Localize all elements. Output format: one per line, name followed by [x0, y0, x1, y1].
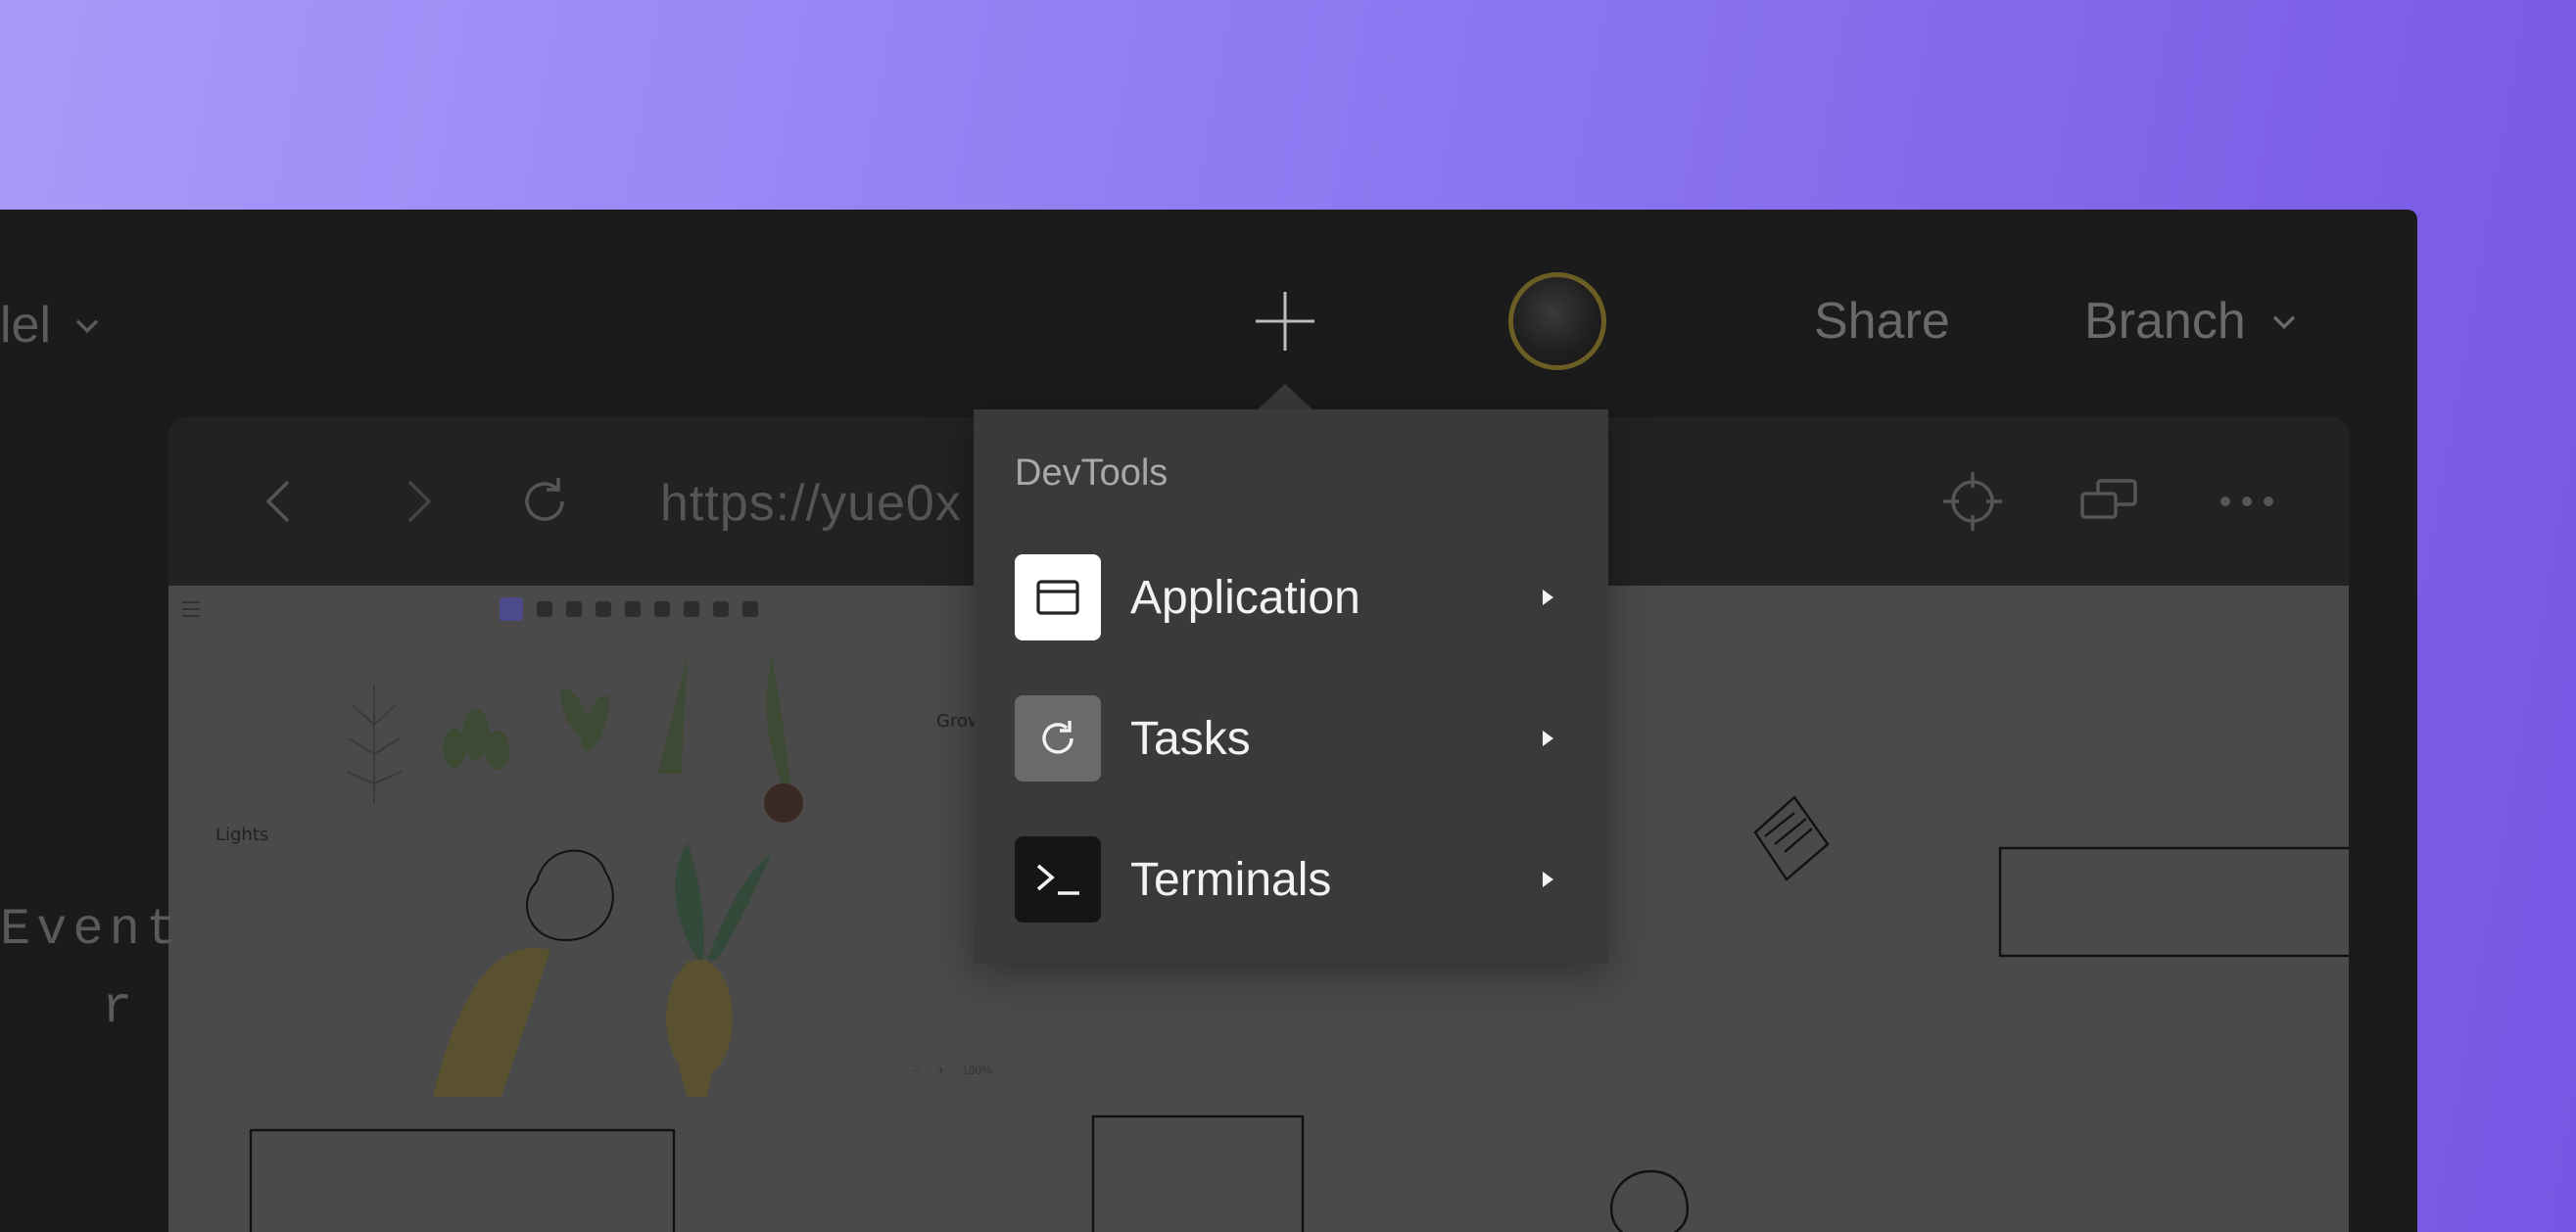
add-button[interactable]: [1254, 290, 1316, 353]
submenu-arrow-icon: [1543, 872, 1553, 887]
chevron-down-icon: [2272, 315, 2295, 330]
project-name: lel: [0, 297, 52, 354]
crosshair-icon[interactable]: [1941, 470, 2004, 533]
sidebar-text-r: r: [102, 979, 133, 1037]
window-icon: [1015, 554, 1101, 640]
chevron-down-icon: [75, 319, 99, 334]
menu-item-label: Application: [1130, 571, 1360, 624]
menu-item-tasks[interactable]: Tasks: [1015, 695, 1567, 782]
branch-selector[interactable]: Branch: [2084, 292, 2301, 351]
project-selector[interactable]: lel: [0, 296, 104, 355]
reload-icon[interactable]: [517, 474, 572, 529]
duplicate-window-icon[interactable]: [2078, 470, 2141, 533]
devtools-menu: DevTools Application Tasks Terminals: [974, 409, 1608, 964]
more-icon[interactable]: [2216, 470, 2278, 533]
branch-label: Branch: [2084, 293, 2246, 350]
menu-item-label: Tasks: [1130, 712, 1251, 765]
devtools-menu-title: DevTools: [1015, 452, 1169, 494]
share-button[interactable]: Share: [1814, 292, 1950, 351]
terminal-icon: [1015, 836, 1101, 923]
top-bar: lel Share Branch: [0, 210, 2417, 405]
popup-pointer: [1258, 384, 1312, 409]
avatar[interactable]: [1508, 272, 1606, 370]
menu-item-label: Terminals: [1130, 853, 1332, 906]
sidebar-text-event: Event: [0, 901, 183, 959]
url-text[interactable]: https://yue0x: [660, 474, 962, 533]
back-icon[interactable]: [253, 474, 308, 529]
refresh-icon: [1015, 695, 1101, 782]
submenu-arrow-icon: [1543, 731, 1553, 746]
menu-item-application[interactable]: Application: [1015, 554, 1567, 640]
submenu-arrow-icon: [1543, 590, 1553, 605]
forward-icon[interactable]: [390, 474, 445, 529]
menu-item-terminals[interactable]: Terminals: [1015, 836, 1567, 923]
